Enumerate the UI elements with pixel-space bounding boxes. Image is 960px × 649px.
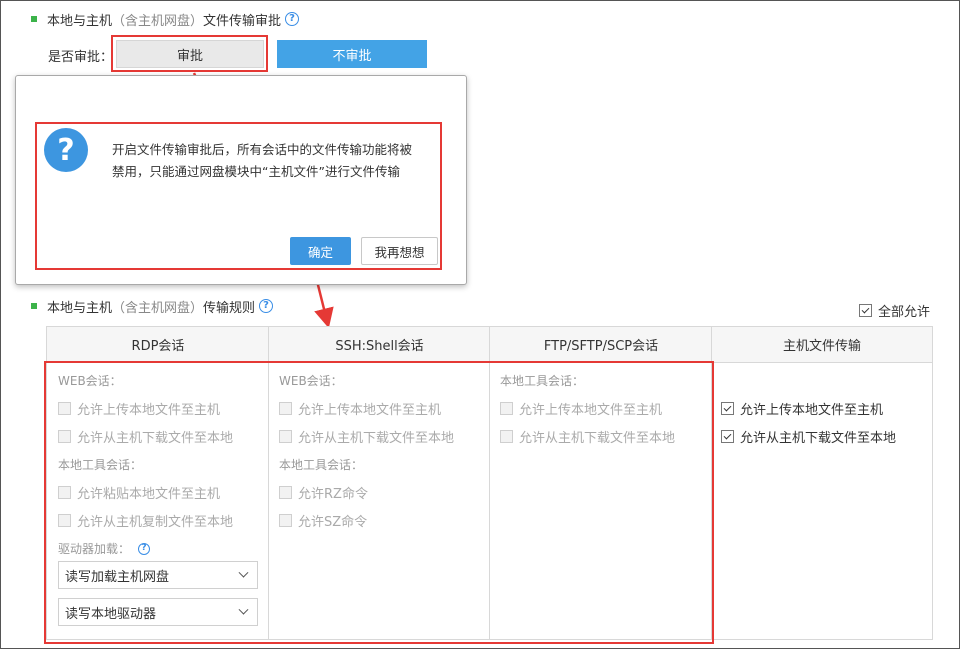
checkbox-checked-icon[interactable] — [721, 402, 734, 415]
rdp-web-download-checkbox[interactable]: 允许从主机下载文件至本地 — [58, 427, 233, 446]
ssh-web-label: WEB会话： — [279, 374, 343, 388]
question-icon: ? — [44, 128, 88, 172]
checkbox-disabled-icon[interactable] — [279, 430, 292, 443]
checkbox-checked-icon[interactable] — [859, 304, 872, 317]
rdp-web-label: WEB会话： — [58, 374, 122, 388]
col-header-ssh: SSH:Shell会话 — [269, 327, 490, 363]
checkbox-disabled-icon[interactable] — [279, 486, 292, 499]
ssh-sz-checkbox[interactable]: 允许SZ命令 — [279, 511, 367, 530]
section-bullet — [31, 303, 37, 309]
col-header-rdp: RDP会话 — [47, 327, 269, 363]
dialog-message: 开启文件传输审批后，所有会话中的文件传输功能将被 禁用，只能通过网盘模块中“主机… — [112, 142, 413, 179]
checkbox-disabled-icon[interactable] — [279, 402, 292, 415]
ftp-upload-checkbox[interactable]: 允许上传本地文件至主机 — [500, 399, 662, 418]
ssh-web-upload-checkbox[interactable]: 允许上传本地文件至主机 — [279, 399, 441, 418]
checkbox-disabled-icon[interactable] — [279, 514, 292, 527]
rethink-button[interactable]: 我再想想 — [361, 237, 438, 265]
checkbox-disabled-icon[interactable] — [58, 486, 71, 499]
drive-select-local-drive[interactable]: 读写本地驱动器 — [58, 598, 258, 626]
chevron-down-icon — [238, 604, 249, 615]
rdp-drive-label: 驱动器加载： ? — [58, 540, 151, 557]
ssh-tool-label: 本地工具会话： — [279, 458, 364, 472]
question-circle-icon[interactable]: ? — [138, 542, 151, 555]
host-download-checkbox[interactable]: 允许从主机下载文件至本地 — [721, 427, 896, 446]
allow-all-checkbox[interactable]: 全部允许 — [859, 301, 930, 320]
checkbox-disabled-icon[interactable] — [58, 430, 71, 443]
ftp-download-checkbox[interactable]: 允许从主机下载文件至本地 — [500, 427, 675, 446]
ftp-tool-label: 本地工具会话： — [500, 374, 585, 388]
checkbox-checked-icon[interactable] — [721, 430, 734, 443]
checkbox-disabled-icon[interactable] — [58, 402, 71, 415]
rdp-web-upload-checkbox[interactable]: 允许上传本地文件至主机 — [58, 399, 220, 418]
col-header-host: 主机文件传输 — [712, 327, 932, 363]
drive-select-host-disk[interactable]: 读写加载主机网盘 — [58, 561, 258, 589]
checkbox-disabled-icon[interactable] — [500, 430, 513, 443]
col-header-ftp: FTP/SFTP/SCP会话 — [490, 327, 712, 363]
checkbox-disabled-icon[interactable] — [500, 402, 513, 415]
rdp-tool-label: 本地工具会话： — [58, 458, 143, 472]
rdp-tool-copy-checkbox[interactable]: 允许从主机复制文件至本地 — [58, 511, 233, 530]
rules-section-title: 本地与主机 （含主机网盘） 传输规则 ? — [31, 297, 274, 316]
chevron-down-icon — [238, 567, 249, 578]
ok-button[interactable]: 确定 — [290, 237, 351, 265]
ssh-rz-checkbox[interactable]: 允许RZ命令 — [279, 483, 368, 502]
ssh-web-download-checkbox[interactable]: 允许从主机下载文件至本地 — [279, 427, 454, 446]
host-upload-checkbox[interactable]: 允许上传本地文件至主机 — [721, 399, 883, 418]
rdp-tool-paste-checkbox[interactable]: 允许粘贴本地文件至主机 — [58, 483, 220, 502]
checkbox-disabled-icon[interactable] — [58, 514, 71, 527]
question-circle-icon[interactable]: ? — [259, 299, 274, 313]
